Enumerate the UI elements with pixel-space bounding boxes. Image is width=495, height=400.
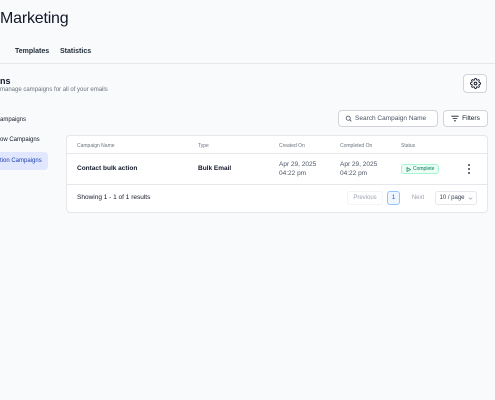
section-subtitle: manage campaigns for all of your emails [0, 87, 108, 93]
sidebar-item-workflow-campaigns[interactable]: ow Campaigns [0, 137, 40, 143]
status-label: Complete [413, 166, 435, 172]
filters-label: Filters [462, 115, 480, 122]
completed-on-date: Apr 29, 2025 [340, 161, 378, 168]
row-divider [67, 184, 487, 185]
sidebar-item-label: tion Campaigns [0, 158, 42, 164]
column-header-type[interactable]: Type [198, 143, 209, 149]
filter-icon [451, 115, 459, 122]
previous-page-button[interactable]: Previous [347, 191, 383, 205]
created-on-time: 04:22 pm [279, 170, 307, 177]
app-title: Marketing [0, 10, 69, 27]
search-field[interactable] [338, 110, 438, 127]
settings-button[interactable] [463, 74, 487, 93]
search-icon [345, 115, 352, 122]
created-on-date: Apr 29, 2025 [279, 161, 317, 168]
page-size-label: 10 / page [439, 195, 465, 201]
page-size-select[interactable]: 10 / page [435, 191, 477, 205]
completed-on-time: 04:22 pm [340, 170, 368, 177]
section-title: ns [0, 76, 11, 86]
tab-templates[interactable]: Templates [15, 48, 49, 55]
status-badge: Complete [401, 164, 440, 174]
page-number-button[interactable]: 1 [387, 191, 400, 205]
search-input[interactable] [355, 115, 435, 122]
sidebar-item-action-campaigns[interactable]: tion Campaigns [0, 152, 48, 170]
tab-statistics[interactable]: Statistics [60, 48, 91, 55]
type-cell: Bulk Email [198, 165, 232, 172]
filters-button[interactable]: Filters [443, 110, 488, 127]
sidebar-item-campaigns[interactable]: ampaigns [0, 117, 26, 123]
column-header-completed-on[interactable]: Completed On [340, 143, 372, 149]
campaigns-table: Campaign Name Type Created On Completed … [66, 135, 488, 213]
play-icon [406, 166, 411, 172]
header-divider [67, 153, 487, 154]
results-summary: Showing 1 - 1 of 1 results [77, 194, 151, 201]
gear-icon [469, 78, 481, 89]
chevron-down-icon [468, 196, 472, 200]
campaign-name-cell[interactable]: Contact bulk action [77, 165, 137, 172]
column-header-status[interactable]: Status [401, 143, 415, 149]
tab-bar: Templates Statistics [0, 40, 495, 64]
row-actions-button[interactable] [465, 163, 473, 175]
next-page-button[interactable]: Next [404, 191, 432, 205]
column-header-campaign-name[interactable]: Campaign Name [77, 143, 115, 149]
column-header-created-on[interactable]: Created On [279, 143, 305, 149]
kebab-menu-icon [468, 164, 470, 166]
